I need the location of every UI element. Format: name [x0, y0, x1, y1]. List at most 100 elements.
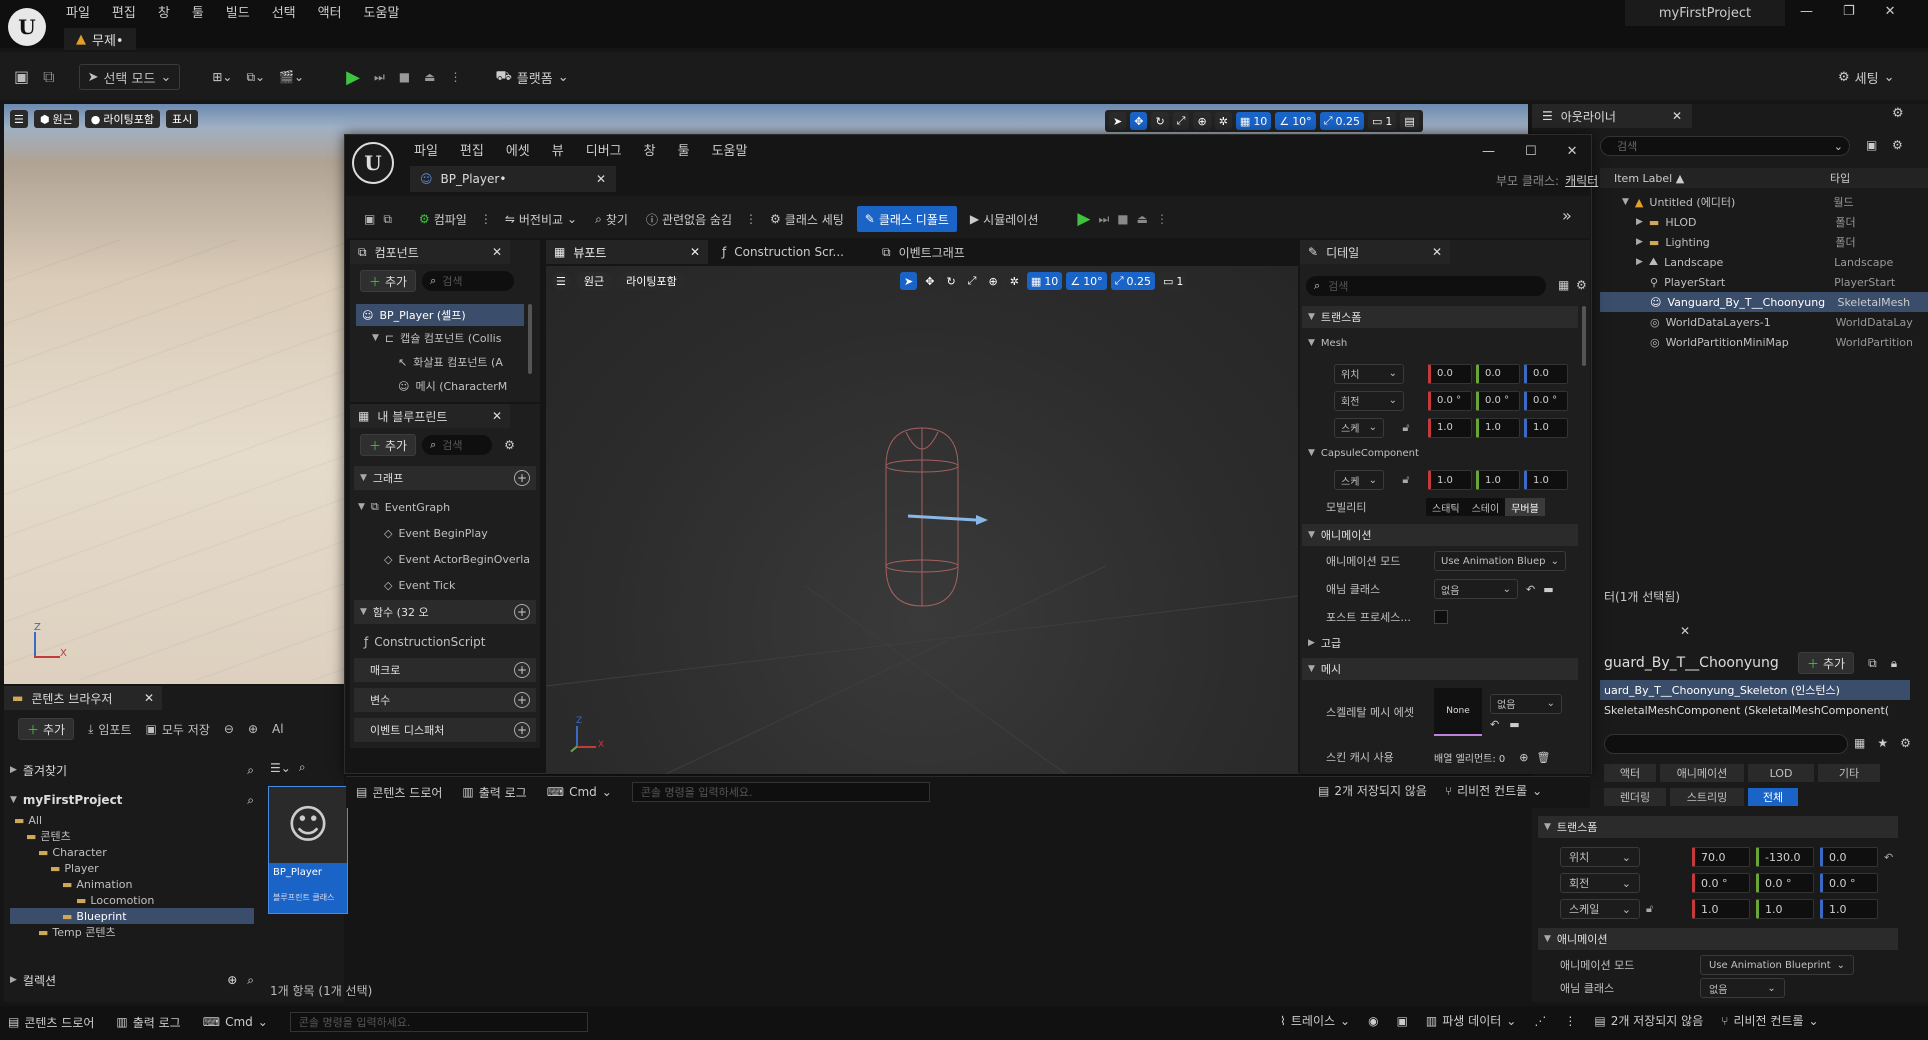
add-function-icon[interactable]: +	[514, 604, 530, 620]
surface-snap-icon[interactable]: ✲	[1005, 272, 1023, 290]
save-icon[interactable]: ▣	[364, 212, 375, 226]
lock-icon[interactable]: 🔓︎	[1388, 421, 1424, 435]
lock-icon[interactable]: 🔓︎	[1388, 473, 1424, 487]
close-icon[interactable]: ✕	[492, 245, 502, 259]
eject-icon[interactable]: ⏏	[424, 70, 435, 84]
bp-menu-edit[interactable]: 편집	[460, 140, 484, 159]
mesh-thumbnail[interactable]: None	[1434, 688, 1482, 736]
filter-actor[interactable]: 액터	[1604, 764, 1656, 782]
event-graph-item[interactable]: ▼ ⧉ EventGraph	[354, 494, 536, 520]
outliner-row[interactable]: ▶ ▬ HLOD 폴더	[1600, 212, 1928, 232]
my-blueprint-search[interactable]: ⌕ 검색	[422, 435, 493, 455]
rotation-z[interactable]: 0.0 °	[1820, 873, 1878, 893]
bp-output-log-button[interactable]: ▥ 출력 로그	[462, 784, 526, 801]
content-icon[interactable]: ⧉	[43, 69, 54, 85]
close-icon[interactable]: ✕	[596, 172, 606, 186]
menu-edit[interactable]: 편집	[112, 2, 136, 21]
graphs-section[interactable]: ▼ 그래프 +	[354, 466, 536, 490]
import-button[interactable]: ⤓ 임포트	[88, 721, 131, 738]
bp-mesh-section[interactable]: ▼ 메시	[1302, 658, 1578, 680]
gear-icon[interactable]: ⚙	[504, 438, 515, 452]
filter-rendering[interactable]: 렌더링	[1604, 788, 1666, 806]
animation-section[interactable]: ▼ 애니메이션	[1538, 928, 1898, 950]
simulate-button[interactable]: ▶ 시뮬레이션	[965, 208, 1043, 230]
scale-x[interactable]: 1.0	[1692, 899, 1750, 919]
step-icon[interactable]: ⏭	[1098, 212, 1109, 227]
bp-lit-button[interactable]: 라이팅포함	[618, 272, 685, 290]
components-add-button[interactable]: ＋ 추가	[360, 270, 417, 292]
bp-menu-file[interactable]: 파일	[414, 140, 438, 159]
unsaved-button[interactable]: ▤ 2개 저장되지 않음	[1594, 1012, 1703, 1029]
settings-button[interactable]: ⚙ 세팅 ⌄	[1838, 68, 1894, 87]
outliner-row[interactable]: ◎ WorldPartitionMiniMap WorldPartition	[1600, 332, 1928, 352]
bp-capsule-scale-y[interactable]: 1.0	[1476, 470, 1520, 490]
minimize-icon[interactable]: —	[1800, 4, 1813, 19]
add-dispatcher-icon[interactable]: +	[514, 722, 530, 738]
search-icon[interactable]: ⌕	[299, 760, 306, 775]
compile-button[interactable]: ⚙ 컴파일	[414, 208, 472, 230]
back-icon[interactable]: ⊖	[224, 722, 234, 736]
bp-scale-snap[interactable]: ⤢ 0.25	[1110, 272, 1155, 290]
move-tool-icon[interactable]: ✥	[921, 272, 939, 290]
bp-menu-debug[interactable]: 디버그	[586, 140, 622, 159]
save-all-button[interactable]: ▣ 모두 저장	[146, 721, 210, 738]
transform-section[interactable]: ▼ 트랜스폼	[1538, 816, 1898, 838]
gear-icon[interactable]: ⚙	[1576, 278, 1587, 292]
outliner-row[interactable]: ▶ ▬ Lighting 폴더	[1600, 232, 1928, 252]
blueprint-add-icon[interactable]: ⧉	[1868, 656, 1877, 671]
menu-window[interactable]: 창	[158, 2, 170, 21]
viewport-menu-button[interactable]: ☰	[10, 110, 28, 128]
menu-help[interactable]: 도움말	[364, 2, 400, 21]
outliner-tab[interactable]: ☰ 아웃라이너 ✕	[1532, 104, 1692, 128]
move-tool-icon[interactable]: ✥	[1130, 112, 1148, 130]
outliner-row[interactable]: ◎ WorldDataLayers-1 WorldDataLay	[1600, 312, 1928, 332]
bp-location-dropdown[interactable]: 위치 ⌄	[1334, 363, 1404, 384]
menu-actor[interactable]: 액터	[318, 2, 342, 21]
bp-scale-y[interactable]: 1.0	[1476, 417, 1520, 438]
add-variable-icon[interactable]: +	[514, 692, 530, 708]
close-icon[interactable]: ✕	[1567, 144, 1578, 159]
event-item[interactable]: ◇ Event ActorBeginOverla	[354, 546, 536, 572]
hide-unrelated-button[interactable]: ⓘ 관련없음 숨김	[641, 208, 737, 230]
variables-section[interactable]: 변수 +	[354, 688, 536, 712]
table-icon[interactable]: ▦	[1854, 736, 1865, 750]
bp-camera-speed[interactable]: ▭ 1	[1159, 272, 1188, 290]
bp-capsule-scale-z[interactable]: 1.0	[1524, 470, 1568, 490]
dispatchers-section[interactable]: 이벤트 디스패처 +	[354, 718, 536, 742]
close-icon[interactable]: ✕	[492, 409, 502, 423]
revision-control-button[interactable]: ⑂ 리비전 컨트롤 ⌄	[1721, 1012, 1818, 1029]
col-item-label[interactable]: Item Label ▲	[1600, 172, 1820, 185]
bp-asset-tab[interactable]: ☺ BP_Player• ✕	[410, 166, 616, 192]
bp-console-input[interactable]: 콘솔 명령을 입력하세요.	[631, 782, 930, 802]
location-x[interactable]: 70.0	[1692, 847, 1750, 867]
trash-icon[interactable]: 🗑︎	[1537, 751, 1551, 764]
world-icon[interactable]: ⊕	[1193, 112, 1211, 130]
bp-unreal-logo[interactable]: U	[352, 142, 394, 184]
bp-scale-x[interactable]: 1.0	[1428, 417, 1472, 438]
tab-event-graph[interactable]: ⧉ 이벤트그래프	[874, 240, 1014, 264]
save-icon[interactable]: ▣	[14, 69, 29, 85]
eject-icon[interactable]: ⏏	[1137, 212, 1148, 226]
tree-animation[interactable]: ▬ Animation	[10, 876, 254, 892]
bp-anim-class-dropdown[interactable]: 없음 ⌄	[1434, 579, 1518, 599]
add-macro-icon[interactable]: +	[514, 662, 530, 678]
bp-grid-snap[interactable]: ▦ 10	[1026, 272, 1063, 290]
show-button[interactable]: 표시	[165, 110, 199, 128]
component-capsule[interactable]: ▼ ⊏ 캡슐 컴포넌트 (Collis	[356, 326, 524, 350]
outliner-row[interactable]: ⚲ PlayerStart PlayerStart	[1600, 272, 1928, 292]
menu-select[interactable]: 선택	[272, 2, 296, 21]
bp-location-y[interactable]: 0.0	[1476, 363, 1520, 384]
bp-menu-window[interactable]: 창	[644, 140, 656, 159]
use-selected-icon[interactable]: ↶	[1526, 583, 1535, 596]
bp-scale-z[interactable]: 1.0	[1524, 417, 1568, 438]
bp-rotation-y[interactable]: 0.0 °	[1476, 390, 1520, 411]
component-self[interactable]: ☺ BP_Player (셀프)	[356, 304, 524, 326]
search-icon[interactable]: ⌕	[247, 973, 254, 988]
collections-section[interactable]: ▶ 컬렉션 ⊕ ⌕	[10, 970, 254, 990]
component-root[interactable]: uard_By_T__Choonyung_Skeleton (인스턴스)	[1600, 680, 1910, 700]
bp-transform-section[interactable]: ▼ 트랜스폼	[1302, 306, 1578, 328]
platforms-button[interactable]: ⛟ 플랫폼 ⌄	[495, 68, 568, 87]
world-icon[interactable]: ⊕	[984, 272, 1002, 290]
tab-viewport[interactable]: ▦ 뷰포트 ✕	[546, 240, 708, 264]
bp-animation-section[interactable]: ▼ 애니메이션	[1302, 524, 1578, 546]
